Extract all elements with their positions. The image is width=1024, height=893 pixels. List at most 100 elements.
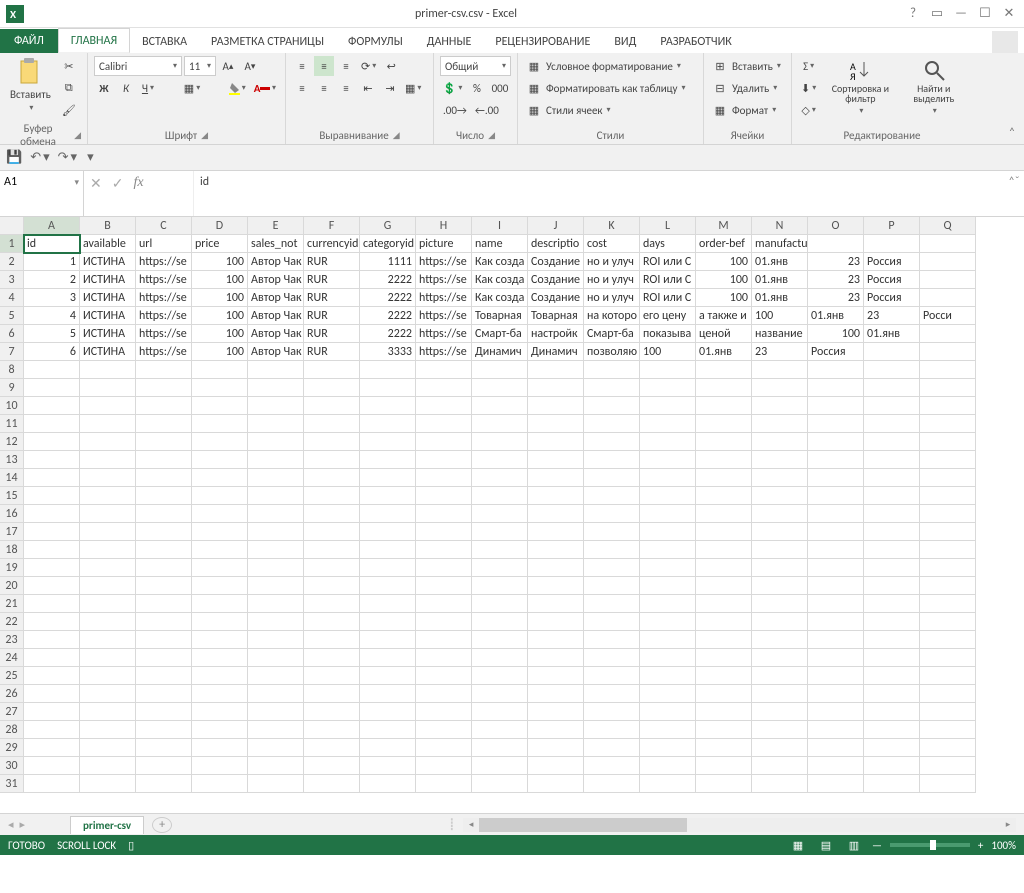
cell[interactable] [864,595,920,613]
cell[interactable] [24,505,80,523]
cut-icon[interactable]: ✂ [59,56,79,76]
cell[interactable] [864,343,920,361]
cell[interactable] [528,757,584,775]
italic-button[interactable]: К [116,78,136,98]
cell[interactable] [696,685,752,703]
grow-font-icon[interactable]: A▴ [218,56,238,76]
cell[interactable] [80,415,136,433]
cell[interactable] [696,451,752,469]
cell[interactable] [584,379,640,397]
cell[interactable]: https://se [136,325,192,343]
cell[interactable] [304,505,360,523]
cell[interactable] [528,487,584,505]
cell[interactable] [864,433,920,451]
cell[interactable]: 100 [192,343,248,361]
cell[interactable]: Автор Чак [248,325,304,343]
cell[interactable] [920,433,976,451]
cell[interactable]: https://se [416,271,472,289]
cell[interactable] [920,775,976,793]
cell[interactable] [528,541,584,559]
cell[interactable] [696,415,752,433]
cell[interactable]: id [24,235,80,253]
cell[interactable] [80,721,136,739]
column-header[interactable]: A [24,217,80,235]
cell[interactable] [752,559,808,577]
cell[interactable] [920,379,976,397]
underline-button[interactable]: Ч▾ [138,78,158,98]
cell[interactable]: RUR [304,253,360,271]
shrink-font-icon[interactable]: A▾ [240,56,260,76]
paste-button[interactable]: Вставить ▾ [6,56,55,115]
cell[interactable]: categoryid [360,235,416,253]
font-size-select[interactable]: 11▾ [184,56,216,76]
cell[interactable] [752,775,808,793]
cell[interactable] [248,757,304,775]
cell[interactable] [136,487,192,505]
cell[interactable] [248,631,304,649]
close-icon[interactable]: ✕ [998,5,1020,23]
cell[interactable] [416,739,472,757]
cell[interactable] [304,487,360,505]
cell[interactable] [304,379,360,397]
align-right-icon[interactable]: ≡ [336,78,356,98]
cell[interactable]: 2222 [360,307,416,325]
cell[interactable] [752,469,808,487]
cell[interactable] [864,667,920,685]
dec-decimal-icon[interactable]: ←.00 [472,100,502,120]
cell[interactable] [416,757,472,775]
cell[interactable] [696,613,752,631]
cell[interactable] [24,757,80,775]
cell[interactable] [640,559,696,577]
row-header[interactable]: 30 [0,757,24,775]
cell[interactable] [640,379,696,397]
view-page-layout-icon[interactable]: ▤ [816,838,836,852]
cell[interactable] [808,577,864,595]
cell[interactable] [248,505,304,523]
cell[interactable]: https://se [416,307,472,325]
cell[interactable] [472,595,528,613]
cell[interactable] [80,685,136,703]
cell[interactable] [192,505,248,523]
cell[interactable] [472,361,528,379]
cell[interactable]: 23 [752,343,808,361]
cell[interactable] [584,361,640,379]
cell[interactable] [864,631,920,649]
row-header[interactable]: 2 [0,253,24,271]
cell[interactable]: https://se [136,271,192,289]
cell[interactable] [248,451,304,469]
cell[interactable] [920,469,976,487]
cell[interactable] [584,523,640,541]
autosum-icon[interactable]: Σ▾ [798,56,819,76]
cell[interactable] [472,613,528,631]
cell[interactable]: RUR [304,271,360,289]
cell[interactable] [24,703,80,721]
cell[interactable] [472,433,528,451]
cell[interactable]: 01.янв [864,325,920,343]
cell[interactable] [416,703,472,721]
cell[interactable]: Росси [920,307,976,325]
cell[interactable] [864,577,920,595]
cell[interactable] [192,739,248,757]
cell[interactable]: Россия [864,289,920,307]
cell[interactable] [640,757,696,775]
copy-icon[interactable]: ⧉ [59,78,79,98]
cell[interactable] [248,487,304,505]
cell[interactable] [472,451,528,469]
cell[interactable] [80,631,136,649]
cell[interactable]: RUR [304,289,360,307]
horizontal-scrollbar[interactable] [479,818,1000,832]
name-box-input[interactable] [4,175,79,189]
cell[interactable]: настройк [528,325,584,343]
cell[interactable] [808,721,864,739]
cell[interactable] [864,397,920,415]
cell[interactable] [136,613,192,631]
row-header[interactable]: 19 [0,559,24,577]
cell[interactable] [248,739,304,757]
format-painter-icon[interactable]: 🖌 [59,100,79,120]
cell[interactable] [360,595,416,613]
cell[interactable] [864,739,920,757]
cell[interactable] [360,433,416,451]
row-header[interactable]: 20 [0,577,24,595]
cell[interactable] [192,703,248,721]
cell[interactable]: 100 [808,325,864,343]
